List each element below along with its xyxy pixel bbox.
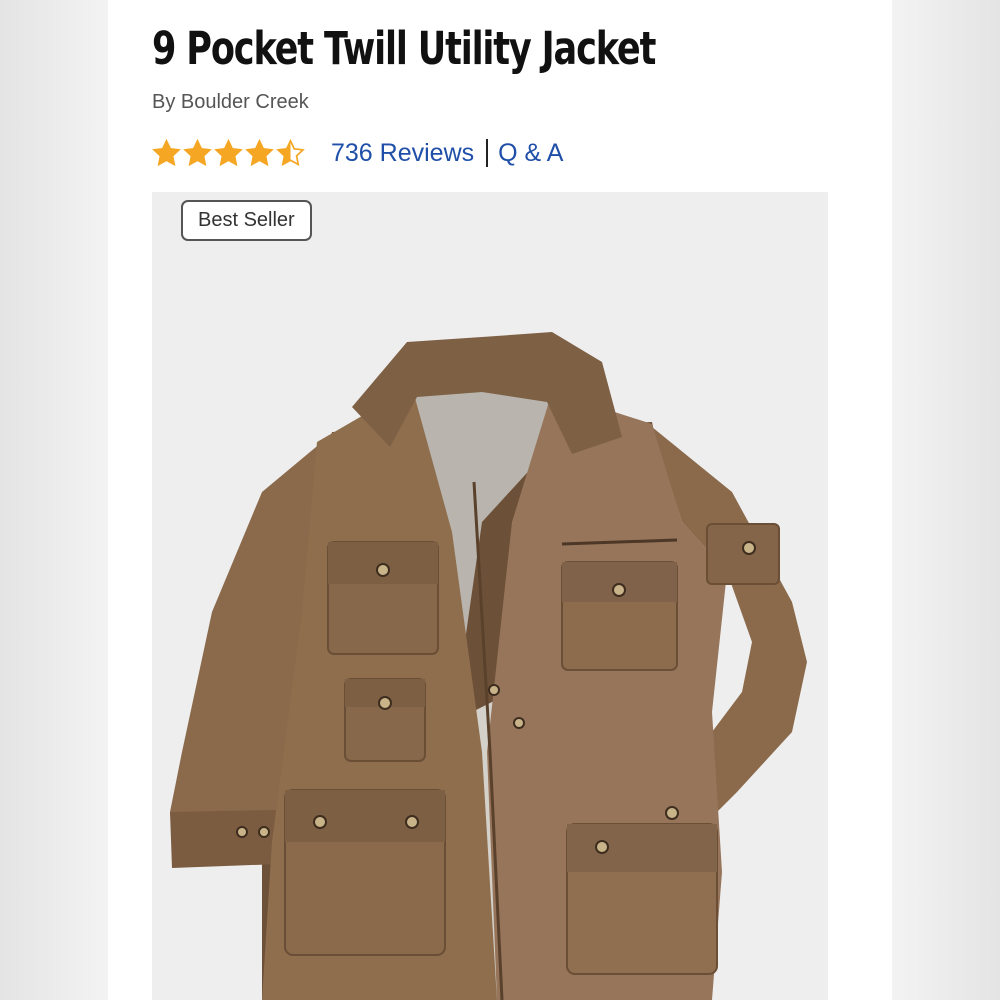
star-icon bbox=[276, 138, 305, 166]
jacket-image bbox=[170, 332, 807, 1000]
best-seller-badge: Best Seller bbox=[181, 200, 312, 241]
star-icon bbox=[152, 138, 181, 166]
brand-label[interactable]: By Boulder Creek bbox=[152, 91, 309, 114]
product-image[interactable]: Best Seller bbox=[152, 192, 828, 1000]
star-icon bbox=[245, 138, 274, 166]
reviews-link[interactable]: 736 Reviews bbox=[331, 139, 474, 168]
product-page: 9 Pocket Twill Utility Jacket By Boulder… bbox=[108, 0, 892, 1000]
qa-link[interactable]: Q & A bbox=[498, 139, 563, 168]
left-backdrop bbox=[0, 0, 108, 1000]
divider bbox=[486, 139, 489, 167]
star-icon bbox=[183, 138, 212, 166]
star-icon bbox=[214, 138, 243, 166]
right-backdrop bbox=[892, 0, 1000, 1000]
star-rating[interactable] bbox=[152, 138, 305, 168]
product-title: 9 Pocket Twill Utility Jacket bbox=[152, 22, 656, 75]
rating-row: 736 Reviews Q & A bbox=[152, 136, 563, 170]
